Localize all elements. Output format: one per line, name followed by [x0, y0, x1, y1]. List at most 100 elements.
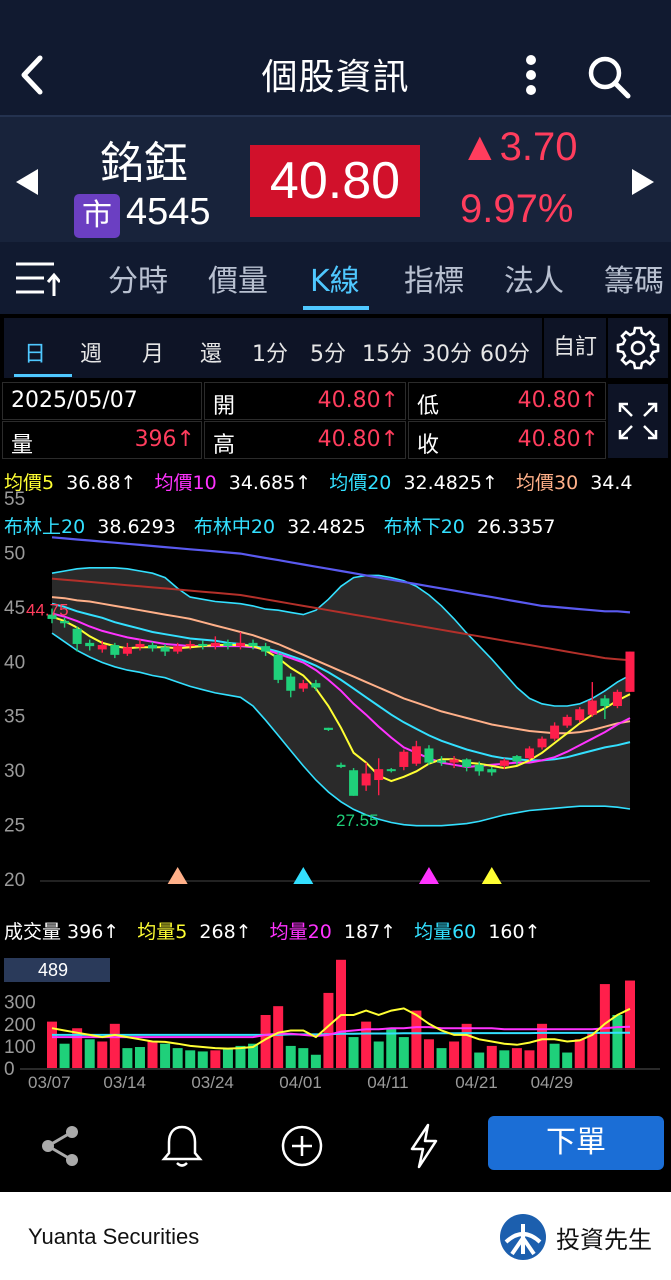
- tab-indicators[interactable]: 指標: [404, 256, 464, 300]
- custom-period-button[interactable]: 自訂: [544, 318, 606, 378]
- quote-date: 2025/05/07: [11, 388, 138, 413]
- date-axis-label: 04/11: [367, 1073, 408, 1092]
- app-name: 投資先生: [556, 1226, 652, 1254]
- candle: [160, 647, 170, 652]
- yuanta-logo-icon: [500, 1214, 546, 1260]
- volume-bar: [625, 980, 635, 1068]
- open-value: 40.80↑: [317, 388, 399, 413]
- candle: [261, 646, 271, 652]
- tab-institutional[interactable]: 法人: [504, 256, 564, 300]
- volume-bar: [134, 1047, 145, 1068]
- period-5min[interactable]: 5分: [310, 336, 346, 368]
- volume-cell: 量 396↑: [2, 421, 202, 459]
- tab-price-volume[interactable]: 價量: [208, 256, 268, 300]
- price-tick-label: 25: [4, 816, 25, 837]
- candle: [85, 642, 95, 647]
- open-cell: 開 40.80↑: [204, 382, 406, 420]
- close-cell: 收 40.80↑: [408, 421, 606, 459]
- volume-bar: [147, 1041, 158, 1068]
- gear-icon[interactable]: [608, 318, 668, 378]
- sort-menu-icon[interactable]: [14, 258, 60, 298]
- candle: [374, 769, 384, 781]
- volume-bar: [436, 1048, 447, 1068]
- candle: [612, 691, 622, 707]
- active-tab-indicator: [303, 306, 369, 310]
- volume-bar: [59, 1043, 70, 1068]
- volume-bar: [423, 1039, 434, 1068]
- candle: [499, 760, 509, 766]
- candle: [399, 751, 409, 767]
- volume-bar: [298, 1048, 309, 1068]
- high-price-annotation: 44.75: [26, 601, 69, 620]
- period-15min[interactable]: 15分: [362, 336, 412, 368]
- candle: [198, 643, 208, 647]
- add-icon[interactable]: [278, 1122, 326, 1170]
- high-value: 40.80↑: [317, 427, 399, 452]
- volume-legend: 成交量 396↑ 均量5 268↑ 均量20 187↑ 均量60 160↑: [4, 917, 553, 944]
- volume-bar: [97, 1041, 108, 1068]
- candle: [286, 676, 296, 691]
- share-icon[interactable]: [36, 1122, 84, 1170]
- candle: [336, 764, 346, 767]
- bell-icon[interactable]: [158, 1122, 206, 1170]
- volume-bar: [222, 1048, 233, 1068]
- close-value: 40.80↑: [517, 427, 599, 452]
- next-stock-icon[interactable]: [630, 167, 656, 197]
- candle: [462, 759, 472, 767]
- expand-icon[interactable]: [608, 384, 668, 458]
- price-tick-label: 50: [4, 543, 25, 564]
- volume-bar: [336, 959, 346, 1068]
- candle: [487, 769, 497, 773]
- more-icon[interactable]: [516, 52, 546, 98]
- date-cell: 2025/05/07: [2, 382, 202, 420]
- period-week[interactable]: 週: [80, 336, 102, 368]
- k-line-chart[interactable]: 55 50 45 40 35 30 25 20 44.75 27.55 3002001000 489 0…: [0, 460, 671, 1110]
- tab-k-line[interactable]: K線: [310, 256, 360, 300]
- price-tick-label: 30: [4, 761, 25, 782]
- search-icon[interactable]: [586, 54, 632, 100]
- date-axis-label: 03/14: [103, 1073, 146, 1092]
- tab-chips[interactable]: 籌碼: [604, 256, 664, 300]
- volume-bar: [587, 1032, 598, 1068]
- period-month[interactable]: 月: [142, 336, 164, 368]
- candle: [122, 647, 132, 654]
- candle: [173, 646, 183, 652]
- candle: [60, 621, 70, 624]
- candle: [210, 642, 220, 647]
- candle: [361, 773, 371, 786]
- volume-bar: [197, 1051, 208, 1068]
- candle: [248, 642, 258, 647]
- period-day[interactable]: 日: [24, 336, 46, 368]
- candle: [235, 642, 245, 647]
- period-60min[interactable]: 60分: [480, 336, 530, 368]
- volume-bar: [122, 1048, 133, 1068]
- low-label: 低: [417, 394, 440, 419]
- lightning-icon[interactable]: [400, 1122, 448, 1170]
- candle: [537, 738, 547, 748]
- candle: [411, 746, 421, 764]
- volume-bar: [172, 1048, 183, 1068]
- candle: [148, 645, 158, 649]
- low-cell: 低 40.80↑: [408, 382, 606, 420]
- volume-bar: [461, 1023, 472, 1068]
- candle: [97, 645, 107, 650]
- place-order-button[interactable]: 下單: [488, 1116, 664, 1170]
- price-tick-label: 20: [4, 870, 25, 891]
- candle: [323, 727, 333, 730]
- bottom-action-bar: 下單: [0, 1110, 671, 1192]
- tab-intraday[interactable]: 分時: [108, 256, 168, 300]
- period-selector: 日 週 月 還 1分 5分 15分 30分 60分 自訂: [0, 314, 671, 382]
- candle: [437, 760, 447, 763]
- previous-stock-icon[interactable]: [14, 167, 40, 197]
- candle: [625, 651, 635, 692]
- candle: [562, 716, 572, 726]
- candle: [575, 709, 585, 721]
- period-1min[interactable]: 1分: [252, 336, 288, 368]
- period-adjusted[interactable]: 還: [200, 336, 222, 368]
- period-30min[interactable]: 30分: [422, 336, 472, 368]
- vol-ma5-legend: 均量5 268↑: [137, 921, 252, 943]
- candle: [72, 628, 82, 644]
- candle: [349, 770, 359, 796]
- volume-bar: [511, 1048, 522, 1068]
- high-label: 高: [213, 433, 236, 458]
